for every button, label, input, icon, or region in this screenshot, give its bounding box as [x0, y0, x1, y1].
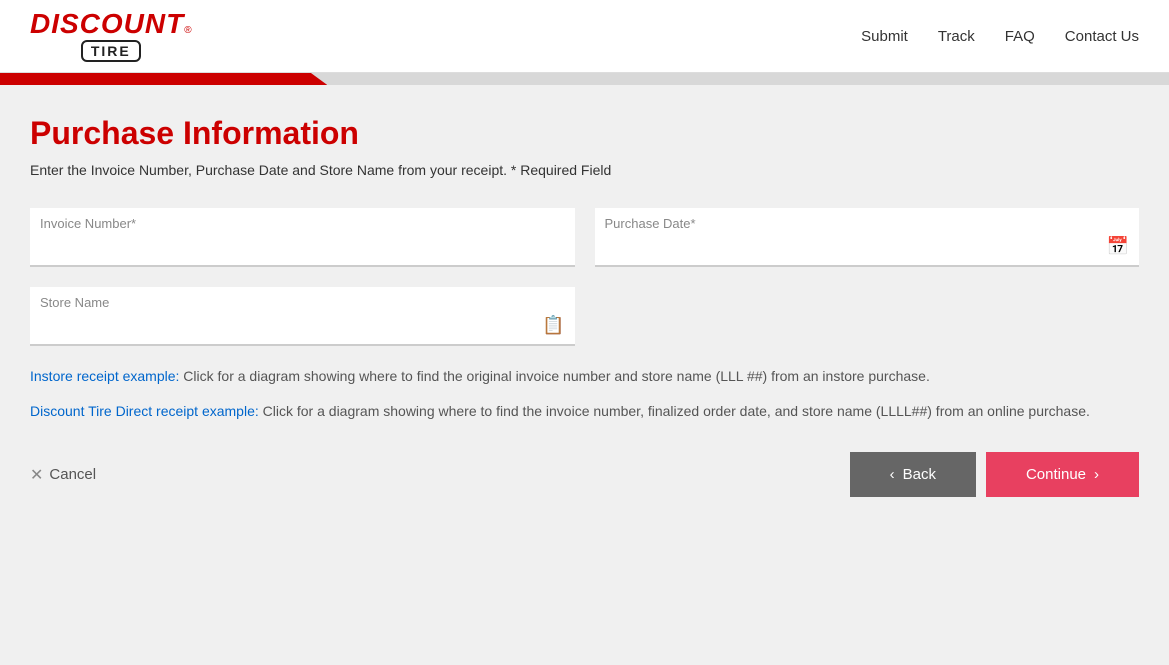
- purchase-date-label: Purchase Date*: [605, 216, 696, 231]
- progress-bar-area: [0, 73, 1169, 85]
- back-chevron-icon: ‹: [890, 466, 895, 483]
- invoice-label: Invoice Number*: [40, 216, 136, 231]
- form-row-2: Store Name 📋: [30, 287, 1139, 346]
- header: DISCOUNT ® TIRE Submit Track FAQ Contact…: [0, 0, 1169, 73]
- instore-receipt-line: Instore receipt example: Click for a dia…: [30, 366, 1139, 387]
- invoice-input[interactable]: [40, 239, 565, 255]
- logo-main-text: DISCOUNT: [30, 10, 184, 38]
- cancel-icon: ✕: [30, 465, 43, 485]
- logo-tire-text: TIRE: [81, 40, 141, 62]
- store-name-input[interactable]: [40, 318, 534, 334]
- logo-registered: ®: [184, 25, 191, 36]
- page-title: Purchase Information: [30, 115, 1139, 152]
- buttons-row: ✕ Cancel ‹ Back Continue ›: [30, 452, 1139, 497]
- continue-label: Continue: [1026, 466, 1086, 483]
- continue-button[interactable]: Continue ›: [986, 452, 1139, 497]
- nav-track[interactable]: Track: [938, 28, 975, 45]
- purchase-date-input[interactable]: [605, 239, 1099, 255]
- main-content: Purchase Information Enter the Invoice N…: [0, 85, 1169, 605]
- store-name-label: Store Name: [40, 295, 109, 310]
- store-name-field-wrapper: Store Name 📋: [30, 287, 575, 346]
- progress-bar-fill: [0, 73, 327, 85]
- back-button[interactable]: ‹ Back: [850, 452, 976, 497]
- cancel-label: Cancel: [49, 466, 96, 483]
- store-info-icon[interactable]: 📋: [542, 315, 564, 336]
- cancel-button[interactable]: ✕ Cancel: [30, 465, 96, 485]
- instore-receipt-label[interactable]: Instore receipt example:: [30, 368, 179, 384]
- logo-wrapper: DISCOUNT ® TIRE: [30, 10, 192, 62]
- invoice-field-wrapper: Invoice Number*: [30, 208, 575, 267]
- nav-contact[interactable]: Contact Us: [1065, 28, 1139, 45]
- calendar-icon[interactable]: 📅: [1107, 236, 1129, 257]
- logo: DISCOUNT ® TIRE: [30, 10, 192, 62]
- nav-faq[interactable]: FAQ: [1005, 28, 1035, 45]
- receipt-links: Instore receipt example: Click for a dia…: [30, 366, 1139, 422]
- page-subtitle: Enter the Invoice Number, Purchase Date …: [30, 162, 1139, 178]
- nav-buttons: ‹ Back Continue ›: [850, 452, 1139, 497]
- direct-receipt-label[interactable]: Discount Tire Direct receipt example:: [30, 403, 259, 419]
- form-row-1: Invoice Number* Purchase Date* 📅: [30, 208, 1139, 267]
- continue-chevron-icon: ›: [1094, 466, 1099, 483]
- direct-receipt-line: Discount Tire Direct receipt example: Cl…: [30, 401, 1139, 422]
- back-label: Back: [903, 466, 936, 483]
- nav-submit[interactable]: Submit: [861, 28, 908, 45]
- purchase-date-field-wrapper: Purchase Date* 📅: [595, 208, 1140, 267]
- direct-receipt-desc: Click for a diagram showing where to fin…: [263, 403, 1090, 419]
- instore-receipt-desc: Click for a diagram showing where to fin…: [183, 368, 930, 384]
- store-row-spacer: [595, 287, 1140, 346]
- main-nav: Submit Track FAQ Contact Us: [861, 28, 1139, 45]
